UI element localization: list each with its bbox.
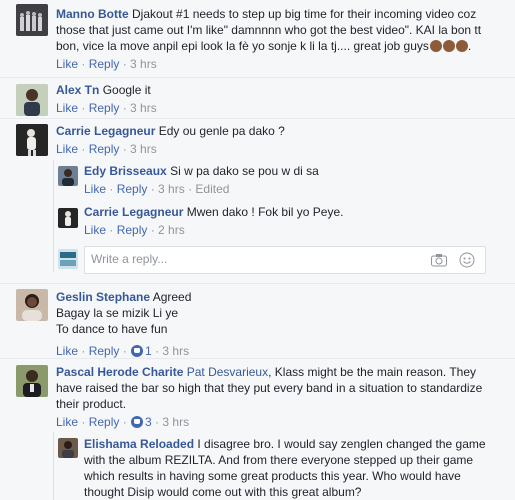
commenter-name[interactable]: Carrie Legagneur <box>84 205 183 219</box>
commenter-name[interactable]: Pascal Herode Charite <box>56 365 183 379</box>
like-badge-icon[interactable] <box>131 416 144 428</box>
comment-text: Agreed <box>152 290 192 304</box>
reply-link[interactable]: Reply <box>89 344 120 358</box>
like-count[interactable]: 3 <box>145 415 152 429</box>
tagged-user-link[interactable]: Pat Desvarieux <box>187 365 268 379</box>
comment-text: Mwen dako ! Fok bil yo Peye. <box>186 205 344 219</box>
avatar[interactable] <box>16 289 48 321</box>
divider <box>0 358 515 359</box>
divider <box>0 118 515 119</box>
avatar[interactable] <box>16 124 48 156</box>
like-link[interactable]: Like <box>84 223 106 237</box>
camera-icon[interactable] <box>431 253 447 270</box>
commenter-name[interactable]: Alex Tn <box>56 83 99 97</box>
timestamp[interactable]: 3 hrs <box>162 415 189 429</box>
like-link[interactable]: Like <box>56 142 78 156</box>
timestamp[interactable]: 3 hrs <box>162 344 189 358</box>
timestamp[interactable]: 3 hrs <box>130 101 157 115</box>
reply-thread-line <box>53 160 54 272</box>
reply-link[interactable]: Reply <box>117 182 148 196</box>
like-link[interactable]: Like <box>56 101 78 115</box>
commenter-name[interactable]: Elishama Reloaded <box>84 437 194 451</box>
comment-text: Edy ou genle pa dako ? <box>158 124 285 138</box>
timestamp[interactable]: 2 hrs <box>158 223 185 237</box>
avatar[interactable] <box>58 208 78 228</box>
reply-link[interactable]: Reply <box>89 101 120 115</box>
like-badge-icon[interactable] <box>131 345 144 357</box>
divider <box>0 283 515 284</box>
comment-text-end: . <box>467 39 472 53</box>
reply-input[interactable] <box>85 247 427 271</box>
commenter-name[interactable]: Manno Botte <box>56 7 129 21</box>
avatar[interactable] <box>16 365 48 397</box>
reply-thread-line <box>53 432 54 500</box>
emoji-picker-icon[interactable] <box>459 252 475 271</box>
avatar[interactable] <box>16 4 48 36</box>
comment-line: Bagay la se mizik Li ye <box>56 306 179 320</box>
like-link[interactable]: Like <box>56 344 78 358</box>
like-link[interactable]: Like <box>84 182 106 196</box>
commenter-name[interactable]: Geslin Stephane <box>56 290 150 304</box>
like-count[interactable]: 1 <box>145 344 152 358</box>
reply-link[interactable]: Reply <box>89 57 120 71</box>
avatar[interactable] <box>16 84 48 116</box>
reply-link[interactable]: Reply <box>117 223 148 237</box>
timestamp[interactable]: 3 hrs <box>130 57 157 71</box>
avatar[interactable] <box>58 438 78 458</box>
reply-link[interactable]: Reply <box>89 142 120 156</box>
edited-label[interactable]: Edited <box>195 182 229 196</box>
comment-text: Si w pa dako se pou w di sa <box>170 164 319 178</box>
timestamp[interactable]: 3 hrs <box>158 182 185 196</box>
comment-text: Google it <box>102 83 151 97</box>
comment-line: To dance to have fun <box>56 322 168 336</box>
emoji-icon <box>429 39 468 53</box>
divider <box>0 77 515 78</box>
timestamp[interactable]: 3 hrs <box>130 142 157 156</box>
reply-composer <box>84 246 486 274</box>
like-link[interactable]: Like <box>56 415 78 429</box>
avatar[interactable] <box>58 166 78 186</box>
like-link[interactable]: Like <box>56 57 78 71</box>
current-user-avatar[interactable] <box>58 249 78 269</box>
reply-link[interactable]: Reply <box>89 415 120 429</box>
commenter-name[interactable]: Carrie Legagneur <box>56 124 155 138</box>
commenter-name[interactable]: Edy Brisseaux <box>84 164 167 178</box>
